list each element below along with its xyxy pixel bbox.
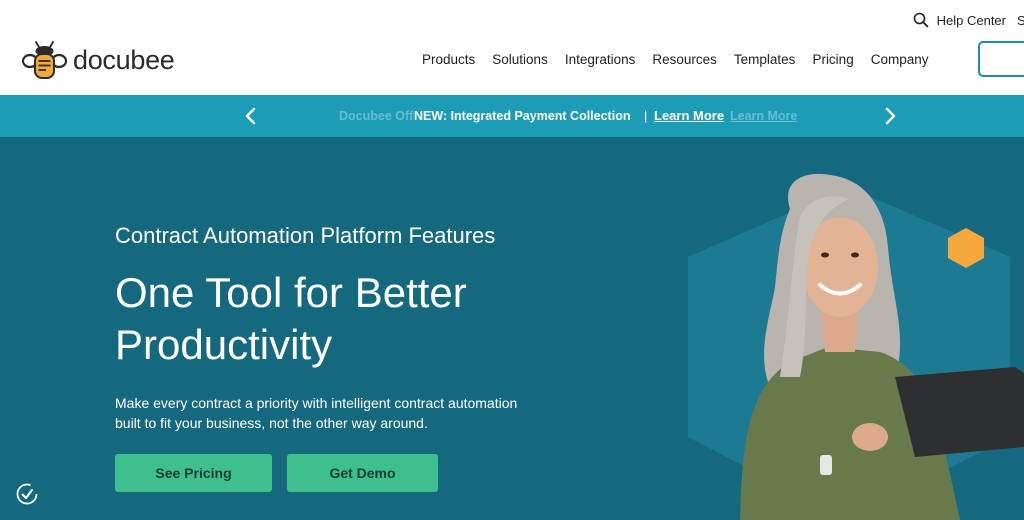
header-cta-button[interactable]: [978, 41, 1024, 77]
person-eye-right: [851, 252, 859, 258]
nav-item-templates[interactable]: Templates: [734, 52, 796, 67]
tablet-device: [895, 367, 1024, 457]
hero-headline-line2: Productivity: [115, 321, 333, 368]
hero-eyebrow: Contract Automation Platform Features: [115, 223, 496, 248]
announcement-bar: Docubee Off Learn More NEW: Integrated P…: [0, 95, 1024, 137]
hero-section: Contract Automation Platform Features On…: [0, 137, 1024, 520]
see-pricing-button[interactable]: See Pricing: [115, 454, 272, 492]
nav-item-products[interactable]: Products: [422, 52, 475, 67]
nav-item-pricing[interactable]: Pricing: [812, 52, 853, 67]
main-nav: Products Solutions Integrations Resource…: [422, 52, 945, 67]
person-hand: [852, 423, 888, 451]
announcement-separator: |: [643, 109, 648, 123]
announcement-text: NEW: Integrated Payment Collection: [414, 109, 631, 123]
smartwatch: [820, 455, 832, 475]
nav-item-resources[interactable]: Resources: [652, 52, 717, 67]
person-eye-left: [821, 252, 829, 258]
bee-logo-icon: [22, 41, 68, 79]
hero-image: [688, 173, 1024, 520]
announcement-message: NEW: Integrated Payment Collection |: [414, 109, 647, 123]
brand-wordmark: docubee: [73, 44, 175, 75]
accessibility-icon[interactable]: [15, 482, 39, 506]
utility-bar: Help Center S: [913, 11, 1024, 29]
nav-item-company[interactable]: Company: [871, 52, 929, 67]
hero-headline-line1: One Tool for Better: [115, 269, 467, 316]
announcement-learn-more-link[interactable]: Learn More: [654, 108, 724, 123]
search-icon[interactable]: [913, 12, 929, 28]
ghost-text: Docubee Off: [339, 109, 414, 123]
site-header: Help Center S docubee Products Solutions…: [0, 0, 1024, 95]
utility-link-cut[interactable]: S: [1017, 13, 1024, 28]
announcement-ghost-slide: Docubee Off Learn More: [339, 109, 797, 123]
chevron-right-icon[interactable]: [881, 106, 899, 126]
ghost-learn-more: Learn More: [730, 109, 798, 123]
hero-headline: One Tool for Better Productivity: [115, 267, 467, 371]
help-center-link[interactable]: Help Center: [937, 13, 1006, 28]
docubee-logo[interactable]: docubee: [22, 40, 175, 80]
nav-item-integrations[interactable]: Integrations: [565, 52, 636, 67]
nav-item-solutions[interactable]: Solutions: [492, 52, 548, 67]
hero-subtext: Make every contract a priority with inte…: [115, 395, 518, 431]
get-demo-button[interactable]: Get Demo: [287, 454, 438, 492]
chevron-left-icon[interactable]: [242, 106, 260, 126]
